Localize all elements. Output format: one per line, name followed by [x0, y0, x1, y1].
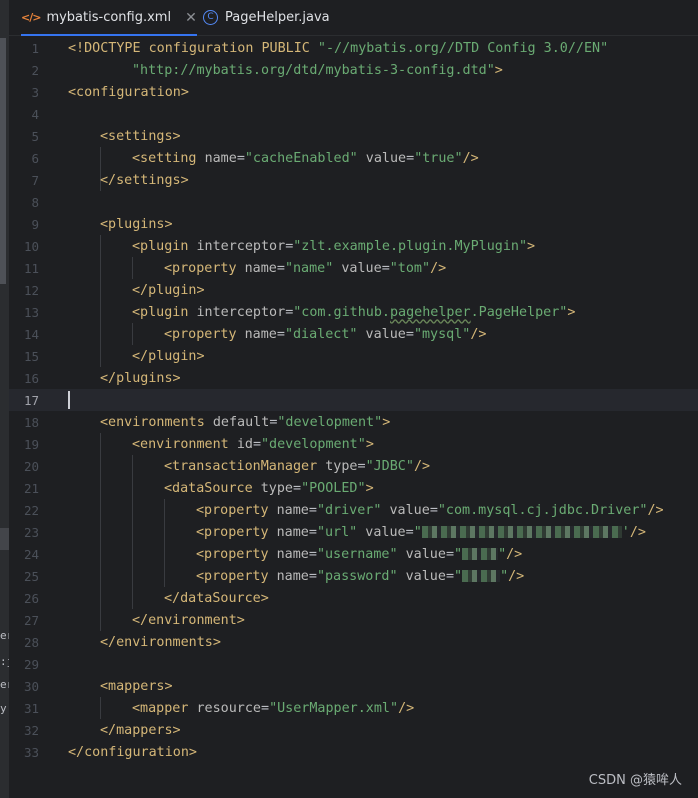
code-line: 14 <property name="dialect" value="mysql"… — [9, 323, 698, 345]
redacted-username-value — [462, 547, 499, 560]
code-line: 15 </plugin> — [9, 345, 698, 367]
code-line: 28 </environments> — [9, 631, 698, 653]
code-line: 6 <setting name="cacheEnabled" value="tru… — [9, 147, 698, 169]
line-number: 23 — [23, 524, 39, 540]
code-line: 8 — [9, 191, 698, 213]
code-line: 7 </settings> — [9, 169, 698, 191]
truncated-text: er — [0, 629, 9, 642]
line-number: 16 — [23, 370, 39, 386]
code-line: 18 <environments default="development"> — [9, 411, 698, 433]
xml-file-icon: </> — [21, 11, 41, 24]
line-number: 8 — [31, 194, 39, 210]
line-number: 9 — [31, 216, 39, 232]
line-number: 26 — [23, 590, 39, 606]
truncated-text: :j — [0, 655, 9, 668]
code-line: 29 — [9, 653, 698, 675]
line-number: 11 — [23, 260, 39, 276]
code-line: 4 — [9, 103, 698, 125]
line-number: 24 — [23, 546, 39, 562]
line-number: 33 — [23, 744, 39, 760]
line-number: 25 — [23, 568, 39, 584]
code-line: 30 <mappers> — [9, 675, 698, 697]
code-line: 1 <!DOCTYPE configuration PUBLIC "-//myba… — [9, 37, 698, 59]
code-line: 10 <plugin interceptor="zlt.example.plugi… — [9, 235, 698, 257]
tab-mybatis-config[interactable]: </> mybatis-config.xml ✕ — [21, 0, 197, 36]
tab-label: PageHelper.java — [225, 10, 330, 25]
left-tool-strip: er :j er y — [0, 0, 9, 798]
code-line: 24 <property name="username" value=" "/> — [9, 543, 698, 565]
line-number: 27 — [23, 612, 39, 628]
spelling-underline: pagehelper — [390, 304, 471, 320]
code-line: 20 <transactionManager type="JDBC"/> — [9, 455, 698, 477]
code-line: 9 <plugins> — [9, 213, 698, 235]
scrollbar-thumb[interactable] — [0, 38, 6, 284]
line-number: 4 — [31, 106, 39, 122]
code-line: 22 <property name="driver" value="com.mys… — [9, 499, 698, 521]
java-class-icon: C — [203, 10, 218, 25]
line-number: 2 — [31, 62, 39, 78]
code-line: 2 "http://mybatis.org/dtd/mybatis-3-confi… — [9, 59, 698, 81]
code-line: 31 <mapper resource="UserMapper.xml"/> — [9, 697, 698, 719]
redacted-password-value — [462, 569, 501, 582]
code-editor[interactable]: 1 <!DOCTYPE configuration PUBLIC "-//myba… — [9, 37, 698, 798]
code-line: 12 </plugin> — [9, 279, 698, 301]
code-line: 19 <environment id="development"> — [9, 433, 698, 455]
current-line: 17 — [9, 389, 698, 411]
tab-pagehelper[interactable]: C PageHelper.java — [203, 0, 330, 35]
line-number: 31 — [23, 700, 39, 716]
code-line: 25 <property name="password" value=" "/> — [9, 565, 698, 587]
line-number: 18 — [23, 414, 39, 430]
code-line: 11 <property name="name" value="tom"/> — [9, 257, 698, 279]
line-number: 19 — [23, 436, 39, 452]
truncated-text: y — [0, 702, 7, 715]
code-line: 21 <dataSource type="POOLED"> — [9, 477, 698, 499]
line-number: 13 — [23, 304, 39, 320]
text-caret — [68, 391, 70, 409]
line-number: 14 — [23, 326, 39, 342]
line-number: 5 — [31, 128, 39, 144]
line-number: 28 — [23, 634, 39, 650]
line-number: 15 — [23, 348, 39, 364]
code-line: 33 </configuration> — [9, 741, 698, 763]
code-line: 3 <configuration> — [9, 81, 698, 103]
line-number: 12 — [23, 282, 39, 298]
code-line: 32 </mappers> — [9, 719, 698, 741]
selected-row-highlight — [0, 528, 9, 550]
line-number: 1 — [31, 40, 39, 56]
line-number: 17 — [23, 392, 39, 408]
line-number: 22 — [23, 502, 39, 518]
line-number: 32 — [23, 722, 39, 738]
truncated-text: er — [0, 678, 9, 691]
code-line: 23 <property name="url" value=" '/> — [9, 521, 698, 543]
line-number: 10 — [23, 238, 39, 254]
line-number: 7 — [31, 172, 39, 188]
code-line: 26 </dataSource> — [9, 587, 698, 609]
line-number: 3 — [31, 84, 39, 100]
code-line: 27 </environment> — [9, 609, 698, 631]
editor-tab-bar: </> mybatis-config.xml ✕ C PageHelper.ja… — [9, 0, 698, 36]
tab-label: mybatis-config.xml — [46, 10, 172, 25]
code-line: 16 </plugins> — [9, 367, 698, 389]
line-number: 21 — [23, 480, 39, 496]
line-number: 20 — [23, 458, 39, 474]
line-number: 30 — [23, 678, 39, 694]
redacted-url-value — [421, 525, 622, 538]
code-line: 13 <plugin interceptor="com.github.pagehe… — [9, 301, 698, 323]
line-number: 6 — [31, 150, 39, 166]
line-number: 29 — [23, 656, 39, 672]
csdn-watermark: CSDN @猿哞人 — [588, 773, 682, 788]
close-icon[interactable]: ✕ — [185, 10, 197, 26]
code-line: 5 <settings> — [9, 125, 698, 147]
